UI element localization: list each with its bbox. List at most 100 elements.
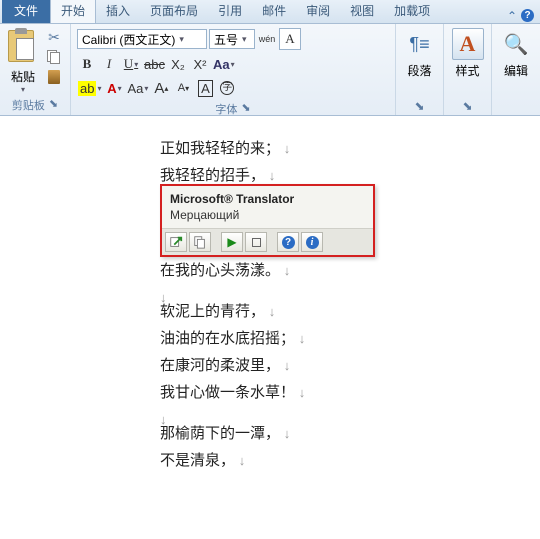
paste-icon <box>8 30 38 66</box>
translator-expand-button[interactable] <box>165 232 187 252</box>
tab-file[interactable]: 文件 <box>2 0 50 23</box>
document-line: 不是清泉， ↓ <box>160 448 540 475</box>
group-editing: 🔍 编辑 <box>492 24 540 115</box>
stop-icon <box>252 238 261 247</box>
help-icon: ? <box>282 236 295 249</box>
font-group-label: 字体 <box>215 101 237 117</box>
format-painter-button[interactable] <box>44 68 64 86</box>
font-color-button[interactable]: A▾ <box>104 78 124 98</box>
shrink-font-button[interactable]: A▾ <box>173 78 193 98</box>
group-styles: A 样式 ⬊ <box>444 24 492 115</box>
cut-button[interactable]: ✂ <box>44 28 64 46</box>
bold-button[interactable]: B <box>77 54 97 74</box>
binoculars-icon: 🔍 <box>504 32 529 57</box>
font-size-combo[interactable]: 五号▾ <box>209 29 255 49</box>
effects-icon: Aa <box>213 57 230 72</box>
tab-review[interactable]: 审阅 <box>296 0 340 23</box>
clear-formatting-button[interactable]: A <box>279 28 301 50</box>
tab-view[interactable]: 视图 <box>340 0 384 23</box>
phonetic-guide-button[interactable]: wén <box>257 29 277 49</box>
brush-icon <box>48 70 60 84</box>
group-paragraph: ¶≡ 段落 ⬊ <box>396 24 444 115</box>
char-border-button[interactable]: A <box>195 78 215 98</box>
phonetic-icon: wén <box>259 34 276 44</box>
clipboard-launcher[interactable]: ⬊ <box>49 97 58 113</box>
font-launcher[interactable]: ⬊ <box>241 101 250 117</box>
ribbon-tabs: 文件 开始 插入 页面布局 引用 邮件 审阅 视图 加载项 ⌃ ? <box>0 0 540 24</box>
translator-help-button[interactable]: ? <box>277 232 299 252</box>
translator-title: Microsoft® Translator <box>162 186 373 208</box>
char-border-icon: A <box>198 80 213 97</box>
subscript-button[interactable]: X₂ <box>168 54 188 74</box>
underline-button[interactable]: U▾ <box>121 54 141 74</box>
copy-icon <box>47 50 61 64</box>
paragraph-launcher[interactable]: ⬊ <box>400 99 439 113</box>
paragraph-icon: ¶≡ <box>409 34 429 55</box>
scissors-icon: ✂ <box>48 29 60 46</box>
strikethrough-button[interactable]: abc <box>143 54 166 74</box>
translator-toolbar: ▶ ? i <box>162 228 373 255</box>
document-line: ↓ <box>160 407 540 421</box>
enclosed-char-button[interactable]: 字 <box>217 78 237 98</box>
chevron-down-icon: ▾ <box>231 60 235 69</box>
chevron-down-icon: ▾ <box>242 34 247 45</box>
chevron-down-icon: ▾ <box>97 84 101 93</box>
superscript-button[interactable]: X² <box>190 54 210 74</box>
minimize-ribbon-icon[interactable]: ⌃ <box>507 9 517 23</box>
translator-result: Мерцающий <box>162 208 373 228</box>
font-name-value: Calibri (西文正文) <box>82 31 175 48</box>
chevron-down-icon: ▾ <box>118 84 122 93</box>
play-icon: ▶ <box>227 235 236 249</box>
underline-icon: U <box>124 56 133 72</box>
highlight-button[interactable]: ab▾ <box>77 78 102 98</box>
grow-font-button[interactable]: A▴ <box>151 78 171 98</box>
text-effects-button[interactable]: Aa▾ <box>212 54 236 74</box>
translator-info-button[interactable]: i <box>301 232 323 252</box>
help-area: ⌃ ? <box>507 9 534 23</box>
grow-font-icon: A <box>154 80 164 97</box>
styles-button[interactable]: A <box>452 28 484 60</box>
font-color-icon: A <box>107 81 116 96</box>
shrink-font-icon: A <box>178 82 185 94</box>
styles-icon: A <box>460 31 476 57</box>
tab-insert[interactable]: 插入 <box>96 0 140 23</box>
clear-format-icon: A <box>285 31 294 47</box>
translator-stop-button[interactable] <box>245 232 267 252</box>
group-clipboard: 粘贴 ▾ ✂ 剪贴板⬊ <box>0 24 71 115</box>
editing-group-label: 编辑 <box>496 62 536 79</box>
paste-label: 粘贴 <box>8 68 38 85</box>
chevron-down-icon: ▾ <box>144 84 148 93</box>
chevron-down-icon: ▾ <box>134 60 138 69</box>
paragraph-button[interactable]: ¶≡ <box>404 28 436 60</box>
document-line: 正如我轻轻的来； ↓ <box>160 136 540 163</box>
paste-button[interactable]: 粘贴 ▾ <box>4 26 42 96</box>
document-area[interactable]: 正如我轻轻的来； ↓我轻轻的招手， ↓作别西天的云彩。 ↓↓波光里的艳影， ↓在… <box>0 116 540 475</box>
italic-button[interactable]: I <box>99 54 119 74</box>
styles-launcher[interactable]: ⬊ <box>448 99 487 113</box>
font-name-combo[interactable]: Calibri (西文正文) ▾ <box>77 29 207 49</box>
copy-button[interactable] <box>44 48 64 66</box>
clipboard-group-label: 剪贴板 <box>12 97 45 113</box>
document-line: 我甘心做一条水草！ ↓ <box>160 380 540 407</box>
translator-popup: Microsoft® Translator Мерцающий ▶ ? i <box>160 184 375 257</box>
change-case-button[interactable]: Aa▾ <box>126 78 149 98</box>
case-icon: Aa <box>127 81 143 96</box>
help-icon[interactable]: ? <box>521 9 534 22</box>
document-line: 软泥上的青荇， ↓ <box>160 299 540 326</box>
info-icon: i <box>306 236 319 249</box>
document-line: 在康河的柔波里， ↓ <box>160 353 540 380</box>
paragraph-group-label: 段落 <box>400 62 439 79</box>
translator-play-button[interactable]: ▶ <box>221 232 243 252</box>
highlight-icon: ab <box>78 81 96 96</box>
tab-page-layout[interactable]: 页面布局 <box>140 0 208 23</box>
tab-addins[interactable]: 加载项 <box>384 0 440 23</box>
tab-mail[interactable]: 邮件 <box>252 0 296 23</box>
copy-icon <box>193 235 207 249</box>
tab-home[interactable]: 开始 <box>50 0 96 23</box>
tab-references[interactable]: 引用 <box>208 0 252 23</box>
find-button[interactable]: 🔍 <box>500 28 532 60</box>
chevron-down-icon: ▾ <box>179 34 184 45</box>
ribbon: 粘贴 ▾ ✂ 剪贴板⬊ Calibri (西文正文)▾ 五号▾ wén A B … <box>0 24 540 116</box>
document-line: 在我的心头荡漾。 ↓ <box>160 258 540 285</box>
translator-copy-button[interactable] <box>189 232 211 252</box>
